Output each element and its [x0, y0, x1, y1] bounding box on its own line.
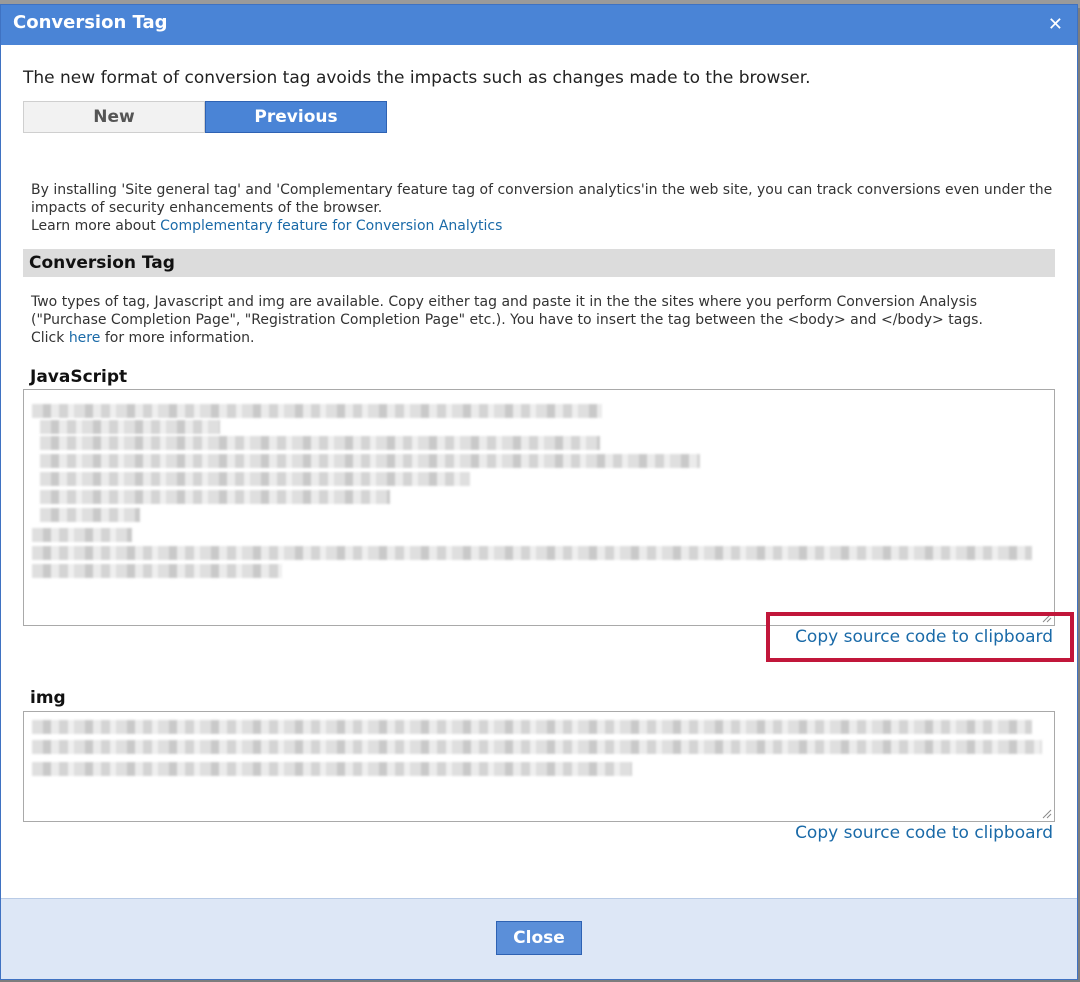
blurred-code-line: [32, 720, 1032, 734]
complementary-feature-link[interactable]: Complementary feature for Conversion Ana…: [160, 218, 502, 234]
info-paragraph: By installing 'Site general tag' and 'Co…: [31, 181, 1053, 235]
info-text: By installing 'Site general tag' and 'Co…: [31, 182, 1053, 216]
close-button[interactable]: Close: [496, 921, 582, 955]
blurred-code-line: [40, 508, 140, 522]
blurred-code-line: [40, 490, 390, 504]
blurred-code-line: [32, 564, 282, 578]
here-link[interactable]: here: [69, 330, 101, 346]
blurred-code-line: [32, 546, 1032, 560]
close-icon[interactable]: ✕: [1048, 15, 1063, 35]
javascript-code-textarea[interactable]: [23, 389, 1055, 626]
learn-more-line: Learn more about Complementary feature f…: [31, 217, 1053, 235]
img-code-textarea[interactable]: [23, 711, 1055, 822]
resize-grip-icon[interactable]: [1042, 809, 1052, 819]
description-text: Two types of tag, Javascript and img are…: [31, 294, 983, 328]
intro-text: The new format of conversion tag avoids …: [23, 68, 811, 88]
click-suffix: for more information.: [100, 330, 255, 346]
section-header: Conversion Tag: [23, 249, 1055, 277]
tab-new[interactable]: New: [23, 101, 205, 133]
blurred-code-line: [32, 404, 602, 418]
highlight-box: [766, 612, 1074, 662]
copy-img-button[interactable]: Copy source code to clipboard: [795, 823, 1053, 843]
learn-more-prefix: Learn more about: [31, 218, 161, 234]
javascript-label: JavaScript: [30, 367, 128, 387]
section-description: Two types of tag, Javascript and img are…: [31, 293, 1053, 347]
blurred-code-line: [32, 528, 132, 542]
blurred-code-line: [32, 762, 632, 776]
dialog-footer: Close: [1, 898, 1077, 979]
img-label: img: [30, 688, 66, 708]
format-tabs: New Previous: [23, 101, 387, 133]
click-here-line: Click here for more information.: [31, 329, 1053, 347]
blurred-code-line: [40, 454, 700, 468]
blurred-code-line: [40, 420, 220, 434]
conversion-tag-dialog: Conversion Tag ✕ The new format of conve…: [0, 4, 1078, 980]
blurred-code-line: [32, 740, 1042, 754]
dialog-titlebar: Conversion Tag ✕: [1, 5, 1077, 45]
section-title: Conversion Tag: [29, 253, 175, 273]
dialog-title: Conversion Tag: [13, 12, 168, 33]
click-prefix: Click: [31, 330, 69, 346]
blurred-code-line: [40, 472, 470, 486]
tab-previous[interactable]: Previous: [205, 101, 387, 133]
blurred-code-line: [40, 436, 600, 450]
